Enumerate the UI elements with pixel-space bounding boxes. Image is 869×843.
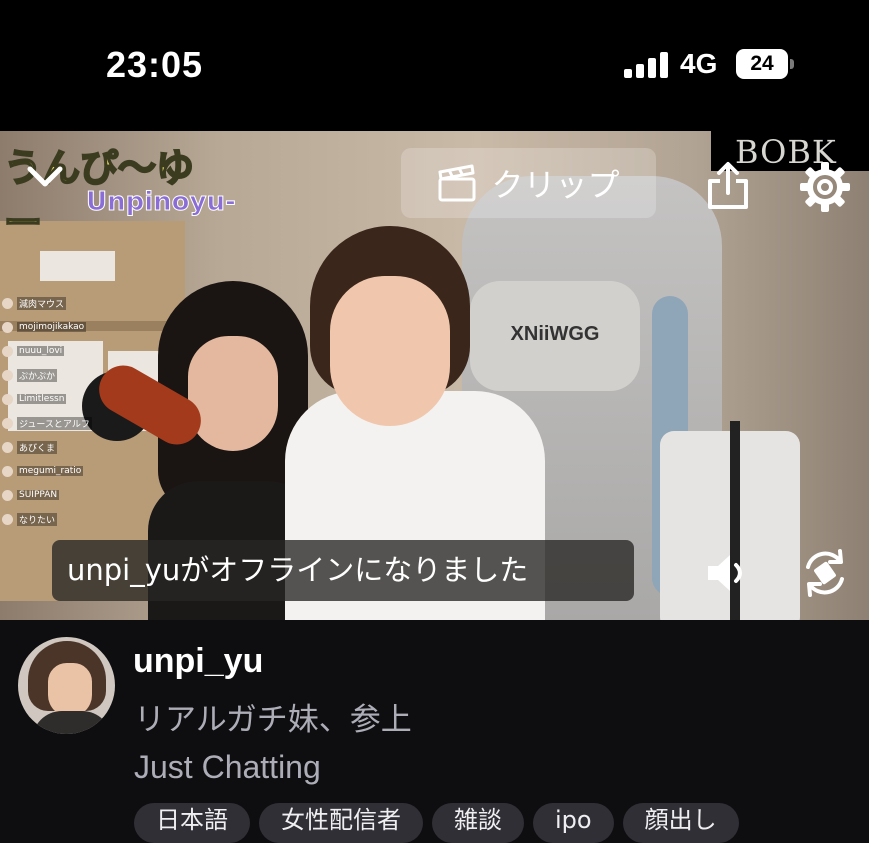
video-player[interactable]: XNiiWGG うんぴ〜ゆー Unpinoyu- 減肉マウス mojimojik… [0, 131, 869, 620]
battery-icon: 24 [736, 49, 794, 79]
offline-message: unpi_yuがオフラインになりました [52, 540, 634, 601]
chat-overlay-row: mojimojikakao [0, 315, 120, 339]
network-type: 4G [680, 48, 718, 79]
clapperboard-icon [438, 164, 476, 202]
tag-chip[interactable]: 女性配信者 [259, 803, 423, 843]
tag-list: 日本語 女性配信者 雑談 ipo 顔出し [134, 803, 739, 843]
chat-overlay-row: nuuu_lovi [0, 339, 120, 363]
chat-overlay-row: なりたい [0, 507, 120, 531]
tag-chip[interactable]: 日本語 [134, 803, 250, 843]
clip-button[interactable]: クリップ [401, 148, 656, 218]
chat-overlay-row: ジュースとアルフ [0, 411, 120, 435]
battery-level: 24 [750, 52, 774, 75]
chat-overlay-row: megumi_ratio [0, 459, 120, 483]
chat-overlay-row: SUIPPAN [0, 483, 120, 507]
chevron-down-icon[interactable] [22, 153, 68, 199]
chat-overlay-row: あびくま [0, 435, 120, 459]
rotate-screen-icon[interactable] [800, 547, 850, 599]
signal-strength-icon [624, 52, 668, 78]
tag-chip[interactable]: ipo [533, 803, 614, 843]
volume-icon[interactable] [704, 549, 752, 597]
avatar[interactable] [18, 637, 115, 734]
chat-overlay-row: 減肉マウス [0, 291, 120, 315]
chat-overlay-row: ぷかぷか [0, 363, 120, 387]
status-time: 23:05 [106, 44, 204, 85]
stream-title: リアルガチ妹、参上 [134, 702, 412, 738]
gear-icon[interactable] [799, 161, 851, 213]
clip-label: クリップ [491, 166, 620, 204]
overlay-logo-en: Unpinoyu- [86, 187, 237, 218]
share-icon[interactable] [706, 161, 750, 211]
stream-category[interactable]: Just Chatting [134, 749, 321, 786]
tag-chip[interactable]: 雑談 [432, 803, 524, 843]
tag-chip[interactable]: 顔出し [622, 803, 739, 843]
channel-username[interactable]: unpi_yu [133, 642, 263, 681]
status-bar: 23:05 4G 24 [0, 0, 869, 131]
chat-overlay-row: Limitlessn [0, 387, 120, 411]
